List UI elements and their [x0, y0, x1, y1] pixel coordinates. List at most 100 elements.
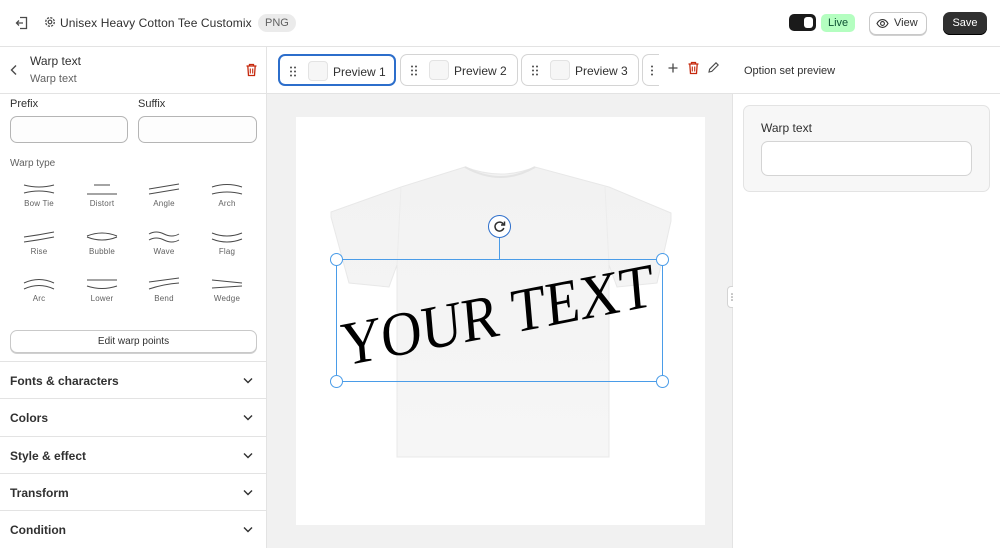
section-colors[interactable]: Colors: [0, 398, 266, 435]
bubble-icon: [86, 232, 118, 241]
exit-icon[interactable]: [14, 15, 30, 31]
right-panel: Option set preview Warp text: [733, 47, 1000, 548]
left-panel: Warp text Warp text Prefix Suffix Warp t…: [0, 47, 267, 548]
right-panel-header: Option set preview: [733, 47, 1000, 94]
suffix-input[interactable]: [138, 116, 257, 143]
section-label: Fonts & characters: [10, 374, 119, 388]
wave-icon: [148, 231, 180, 243]
warped-text-layer: YOUR TEXT: [338, 260, 656, 380]
chevron-down-icon: [243, 453, 253, 459]
rotate-connector: [499, 238, 500, 260]
resize-handle-top-right[interactable]: [656, 253, 669, 266]
warp-label: Distort: [89, 199, 115, 208]
section-transform[interactable]: Transform: [0, 473, 266, 510]
arc-icon: [23, 279, 55, 290]
panel-subtitle: Warp text: [30, 73, 77, 85]
drag-handle-icon[interactable]: [531, 65, 539, 76]
live-toggle[interactable]: [789, 14, 816, 31]
warp-flag[interactable]: Flag: [198, 230, 256, 256]
warp-label: Arch: [218, 199, 236, 208]
edit-warp-points-button[interactable]: Edit warp points: [10, 330, 257, 353]
warp-label: Wave: [153, 247, 175, 256]
warp-arch[interactable]: Arch: [198, 182, 256, 208]
lower-icon: [86, 279, 118, 289]
warp-type-label: Warp type: [10, 158, 56, 169]
resize-handle-top-left[interactable]: [330, 253, 343, 266]
warp-label: Rise: [30, 247, 48, 256]
warp-text-input[interactable]: [761, 141, 972, 176]
warp-label: Angle: [153, 199, 175, 208]
resize-handle-bottom-left[interactable]: [330, 375, 343, 388]
section-fonts[interactable]: Fonts & characters: [0, 361, 266, 398]
format-badge: PNG: [258, 14, 296, 32]
delete-icon[interactable]: [687, 61, 700, 75]
warp-lower[interactable]: Lower: [73, 277, 131, 303]
warp-wave[interactable]: Wave: [135, 230, 193, 256]
panel-title: Warp text: [30, 54, 81, 68]
warp-angle[interactable]: Angle: [135, 182, 193, 208]
tab-preview-more[interactable]: [642, 54, 659, 86]
section-label: Transform: [10, 486, 69, 500]
design-text: YOUR TEXT: [338, 260, 656, 380]
gear-icon[interactable]: [43, 15, 57, 29]
prefix-input[interactable]: [10, 116, 128, 143]
eye-icon: [876, 19, 889, 28]
tab-preview-2[interactable]: Preview 2: [400, 54, 518, 86]
preview-thumbnail: [429, 60, 449, 80]
text-bounding-box[interactable]: YOUR TEXT: [330, 253, 669, 388]
warp-label: Bow Tie: [24, 199, 54, 208]
warp-bubble[interactable]: Bubble: [73, 230, 131, 256]
tab-preview-3[interactable]: Preview 3: [521, 54, 639, 86]
warp-wedge[interactable]: Wedge: [198, 277, 256, 303]
chevron-down-icon: [243, 490, 253, 496]
option-preview-card: Warp text: [743, 105, 990, 192]
add-icon[interactable]: [667, 62, 679, 74]
chevron-down-icon: [243, 415, 253, 421]
warp-rise[interactable]: Rise: [10, 230, 68, 256]
warp-bend[interactable]: Bend: [135, 277, 193, 303]
warp-distort[interactable]: Distort: [73, 182, 131, 208]
tab-preview-1[interactable]: Preview 1: [278, 54, 396, 86]
rotate-icon: [494, 221, 506, 232]
delete-icon[interactable]: [245, 63, 258, 77]
drag-handle-icon[interactable]: [289, 66, 297, 77]
warp-label: Wedge: [213, 294, 241, 303]
warp-label: Flag: [218, 247, 236, 256]
suffix-label: Suffix: [138, 98, 166, 110]
distort-icon: [87, 184, 117, 195]
preview-thumbnail: [308, 61, 328, 81]
option-set-preview-title: Option set preview: [744, 65, 836, 77]
section-style[interactable]: Style & effect: [0, 436, 266, 473]
warp-bow-tie[interactable]: Bow Tie: [10, 182, 68, 208]
chevron-down-icon: [243, 378, 253, 384]
tab-label: Preview 2: [454, 64, 507, 78]
wedge-icon: [211, 279, 243, 289]
arch-icon: [211, 184, 243, 195]
warp-label: Lower: [90, 294, 114, 303]
save-button[interactable]: Save: [943, 12, 987, 35]
edit-icon[interactable]: [707, 61, 720, 74]
top-bar: Unisex Heavy Cotton Tee Customix PNG Liv…: [0, 0, 1000, 47]
chevron-down-icon: [243, 527, 253, 533]
preview-tabs: Preview 1 Preview 2 Preview 3: [267, 47, 733, 94]
warp-arc[interactable]: Arc: [10, 277, 68, 303]
rotate-handle[interactable]: [488, 215, 511, 238]
tab-label: Preview 3: [575, 64, 628, 78]
drag-handle-icon[interactable]: [650, 65, 658, 76]
warp-label: Arc: [32, 294, 46, 303]
product-title: Unisex Heavy Cotton Tee Customix: [60, 16, 252, 30]
resize-handle-bottom-right[interactable]: [656, 375, 669, 388]
bow-tie-icon: [23, 184, 55, 194]
drag-handle-icon[interactable]: [410, 65, 418, 76]
section-condition[interactable]: Condition: [0, 510, 266, 547]
canvas-area: Preview 1 Preview 2 Preview 3 YOUR TEXT: [267, 47, 733, 548]
angle-icon: [148, 183, 180, 195]
section-label: Style & effect: [10, 449, 87, 463]
flag-icon: [211, 232, 243, 243]
chevron-left-icon[interactable]: [9, 64, 19, 76]
rise-icon: [23, 231, 55, 243]
bend-icon: [148, 277, 180, 290]
section-label: Condition: [10, 523, 66, 537]
panel-header: Warp text Warp text: [0, 47, 266, 94]
warp-label: Bend: [154, 294, 174, 303]
